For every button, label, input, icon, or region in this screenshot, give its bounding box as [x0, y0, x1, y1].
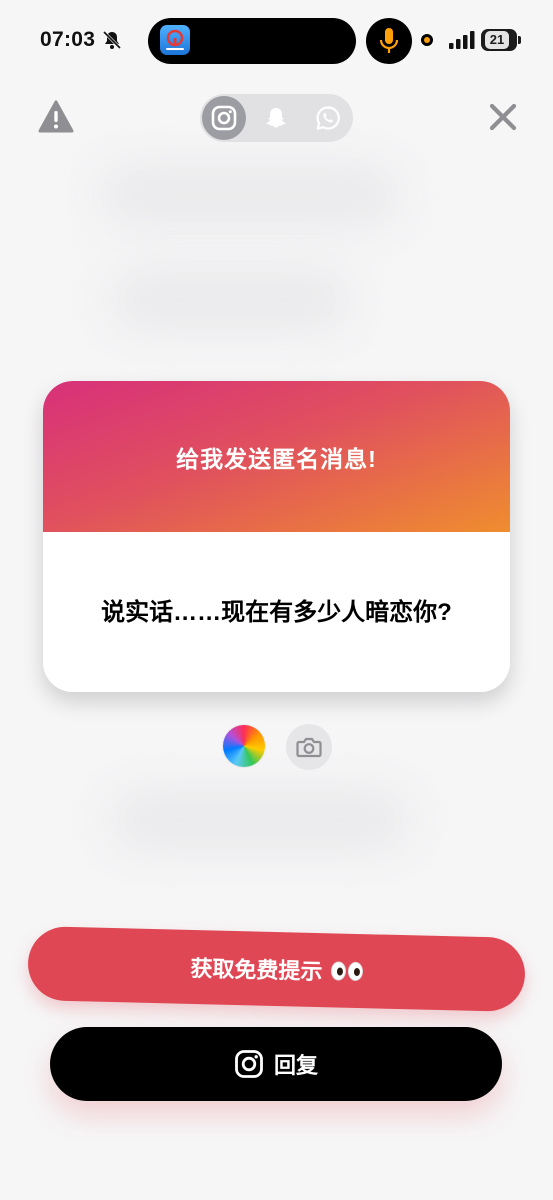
background-blur-lower: [110, 790, 410, 850]
train-app-icon[interactable]: [160, 25, 190, 55]
status-bar: 07:03 21: [0, 0, 553, 80]
recording-dot-icon: [421, 34, 433, 46]
card-title: 给我发送匿名消息!: [176, 445, 377, 472]
tab-whatsapp[interactable]: [306, 96, 350, 140]
battery-icon: 21: [481, 29, 521, 51]
snapchat-icon: [266, 108, 286, 128]
color-wheel-icon[interactable]: [223, 725, 265, 767]
reply-button[interactable]: 回复: [50, 1027, 502, 1101]
background-blur-top: [100, 165, 400, 225]
background-blur-upper: [110, 270, 350, 330]
tab-instagram[interactable]: [202, 96, 246, 140]
status-time: 07:03: [40, 28, 96, 51]
card-body: 说实话……现在有多少人暗恋你?: [43, 532, 510, 692]
dynamic-island[interactable]: [148, 18, 356, 64]
hint-button-label: 获取免费提示: [190, 955, 323, 985]
eyes-emoji: [330, 960, 363, 981]
get-free-hint-button[interactable]: 获取免费提示: [27, 925, 526, 1013]
close-x-icon[interactable]: [486, 100, 520, 134]
instagram-icon: [235, 1050, 263, 1078]
battery-level: 21: [485, 31, 509, 49]
camera-icon: [296, 737, 322, 758]
platform-switcher[interactable]: [200, 94, 353, 142]
whatsapp-icon: [316, 106, 340, 130]
card-question: 说实话……现在有多少人暗恋你?: [101, 598, 452, 626]
tab-snapchat[interactable]: [254, 96, 298, 140]
instagram-icon: [211, 105, 237, 131]
reply-button-label: 回复: [273, 1053, 318, 1078]
microphone-icon: [379, 28, 399, 53]
bell-muted-icon: [102, 30, 122, 50]
warning-triangle-icon[interactable]: [38, 100, 74, 134]
card-header: 给我发送匿名消息!: [43, 381, 510, 532]
camera-button[interactable]: [286, 724, 332, 770]
cellular-signal-icon: [449, 31, 475, 49]
question-card: 给我发送匿名消息! 说实话……现在有多少人暗恋你?: [43, 381, 510, 692]
railway-logo-icon: [166, 29, 184, 50]
microphone-indicator[interactable]: [366, 18, 412, 64]
